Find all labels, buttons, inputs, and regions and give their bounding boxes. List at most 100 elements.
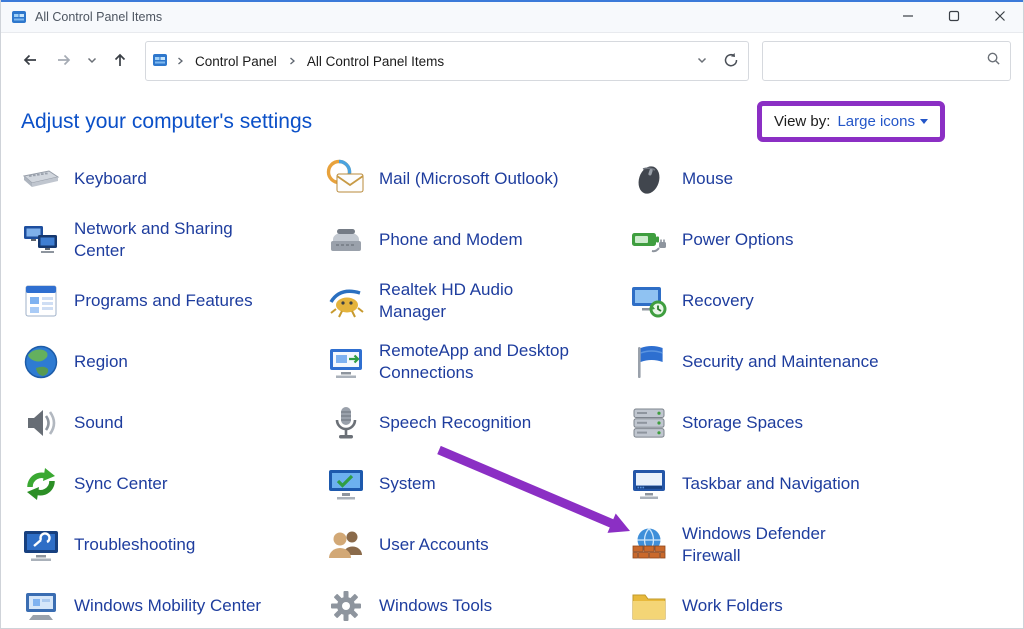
recent-locations-chevron-icon: [86, 54, 98, 69]
mouse-icon: [629, 159, 669, 199]
user-accounts-icon: [326, 525, 366, 565]
address-dropdown-button[interactable]: [691, 44, 713, 78]
item-label: RemoteApp and Desktop Connections: [379, 340, 579, 383]
item-label: Taskbar and Navigation: [682, 473, 860, 494]
realtek-audio-icon: [326, 281, 366, 321]
item-label: Power Options: [682, 229, 794, 250]
item-label: Security and Maintenance: [682, 351, 879, 372]
viewby-label: View by:: [774, 113, 830, 130]
item-label: Phone and Modem: [379, 229, 523, 250]
item-label: Region: [74, 351, 128, 372]
item-taskbar-and-navigation[interactable]: Taskbar and Navigation: [629, 453, 1023, 514]
item-label: Mouse: [682, 168, 733, 189]
refresh-icon: [723, 52, 739, 71]
refresh-button[interactable]: [720, 44, 742, 78]
network-sharing-icon: [21, 220, 61, 260]
phone-modem-icon: [326, 220, 366, 260]
breadcrumb-chevron-icon: [175, 54, 185, 69]
gear-icon: [326, 586, 366, 626]
item-troubleshooting[interactable]: Troubleshooting: [21, 514, 326, 575]
item-sync-center[interactable]: Sync Center: [21, 453, 326, 514]
chevron-down-icon: [920, 119, 928, 124]
item-realtek-hd-audio-manager[interactable]: Realtek HD Audio Manager: [326, 270, 629, 331]
close-button[interactable]: [977, 2, 1023, 32]
item-label: Keyboard: [74, 168, 147, 189]
item-label: Network and Sharing Center: [74, 218, 274, 261]
item-mail[interactable]: Mail (Microsoft Outlook): [326, 148, 629, 209]
window-title: All Control Panel Items: [35, 10, 162, 24]
item-label: Mail (Microsoft Outlook): [379, 168, 558, 189]
taskbar-icon: [629, 464, 669, 504]
item-region[interactable]: Region: [21, 331, 326, 392]
forward-button[interactable]: [47, 44, 81, 78]
up-button[interactable]: [103, 44, 137, 78]
item-label: Realtek HD Audio Manager: [379, 279, 579, 322]
item-work-folders[interactable]: Work Folders: [629, 575, 1023, 629]
item-storage-spaces[interactable]: Storage Spaces: [629, 392, 1023, 453]
mobility-center-icon: [21, 586, 61, 626]
item-network-sharing-center[interactable]: Network and Sharing Center: [21, 209, 326, 270]
minimize-button[interactable]: [885, 2, 931, 32]
item-phone-and-modem[interactable]: Phone and Modem: [326, 209, 629, 270]
item-label: Windows Mobility Center: [74, 595, 261, 616]
sync-arrows-icon: [21, 464, 61, 504]
address-bar[interactable]: Control Panel All Control Panel Items: [145, 41, 749, 81]
item-system[interactable]: System: [326, 453, 629, 514]
item-windows-tools[interactable]: Windows Tools: [326, 575, 629, 629]
forward-icon: [55, 51, 73, 72]
search-icon: [986, 51, 1001, 71]
region-globe-icon: [21, 342, 61, 382]
item-label: Sound: [74, 412, 123, 433]
control-panel-app-icon: [11, 9, 27, 25]
item-mouse[interactable]: Mouse: [629, 148, 1023, 209]
maximize-button[interactable]: [931, 2, 977, 32]
item-windows-defender-firewall[interactable]: Windows Defender Firewall: [629, 514, 1023, 575]
up-icon: [111, 51, 129, 72]
system-monitor-icon: [326, 464, 366, 504]
item-label: Work Folders: [682, 595, 783, 616]
item-windows-mobility-center[interactable]: Windows Mobility Center: [21, 575, 326, 629]
item-label: Programs and Features: [74, 290, 253, 311]
breadcrumb-control-panel[interactable]: Control Panel: [192, 52, 280, 71]
item-programs-and-features[interactable]: Programs and Features: [21, 270, 326, 331]
item-power-options[interactable]: Power Options: [629, 209, 1023, 270]
item-keyboard[interactable]: Keyboard: [21, 148, 326, 209]
item-speech-recognition[interactable]: Speech Recognition: [326, 392, 629, 453]
storage-drives-icon: [629, 403, 669, 443]
recent-locations-button[interactable]: [81, 44, 103, 78]
troubleshooting-icon: [21, 525, 61, 565]
page-header: Adjust your computer's settings View by:…: [1, 89, 1023, 148]
search-box[interactable]: [762, 41, 1011, 81]
security-flag-icon: [629, 342, 669, 382]
item-label: Windows Defender Firewall: [682, 523, 847, 566]
item-label: Sync Center: [74, 473, 168, 494]
programs-features-icon: [21, 281, 61, 321]
firewall-globe-wall-icon: [629, 525, 669, 565]
back-button[interactable]: [13, 44, 47, 78]
item-recovery[interactable]: Recovery: [629, 270, 1023, 331]
item-remoteapp-desktop-connections[interactable]: RemoteApp and Desktop Connections: [326, 331, 629, 392]
breadcrumb-chevron-icon: [287, 54, 297, 69]
search-input[interactable]: [772, 53, 986, 70]
sound-speaker-icon: [21, 403, 61, 443]
minimize-icon: [902, 10, 914, 25]
maximize-icon: [948, 10, 960, 25]
back-icon: [21, 51, 39, 72]
item-sound[interactable]: Sound: [21, 392, 326, 453]
address-chevron-icon: [696, 54, 708, 69]
item-security-and-maintenance[interactable]: Security and Maintenance: [629, 331, 1023, 392]
breadcrumb-all-control-panel-items[interactable]: All Control Panel Items: [304, 52, 447, 71]
viewby-value: Large icons: [837, 113, 915, 130]
viewby-dropdown[interactable]: Large icons: [837, 113, 928, 130]
item-user-accounts[interactable]: User Accounts: [326, 514, 629, 575]
remoteapp-icon: [326, 342, 366, 382]
keyboard-icon: [21, 159, 61, 199]
page-title: Adjust your computer's settings: [21, 110, 312, 134]
microphone-icon: [326, 403, 366, 443]
control-panel-icon: [152, 52, 168, 71]
control-panel-items-grid: Keyboard Mail (Microsoft Outlook) Mouse …: [1, 148, 1023, 629]
item-label: Storage Spaces: [682, 412, 803, 433]
navigation-bar: Control Panel All Control Panel Items: [1, 33, 1023, 89]
control-panel-window: All Control Panel Items: [0, 0, 1024, 629]
window-controls: [885, 2, 1023, 32]
